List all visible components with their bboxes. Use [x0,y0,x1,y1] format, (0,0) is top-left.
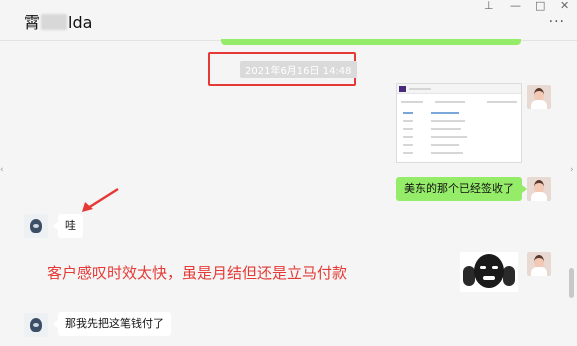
annotation-caption: 客户感叹时效太快，虽是月结但还是立马付款 [47,264,348,282]
avatar-figure-detail [33,224,39,228]
sticker-mouth [483,276,495,280]
arrow-shaft [87,187,119,210]
thumbnail-line [403,120,413,122]
thumbnail-line [431,120,465,122]
thumbnail-line [403,128,413,130]
my-avatar[interactable] [527,85,551,109]
thumbnail-line [403,144,413,146]
thumbnail-line [431,112,459,114]
thumbnail-line [487,101,517,103]
chat-title-end: lda [68,13,93,32]
avatar-figure-detail [33,323,39,327]
image-message-thumbnail[interactable] [396,83,522,163]
thumbnail-line [431,152,463,154]
thumbnail-line [403,152,413,154]
minimize-button[interactable]: — [510,0,521,12]
collapse-left-icon[interactable]: ‹ [0,165,4,175]
contact-avatar[interactable] [24,214,48,238]
maximize-button[interactable]: □ [535,0,545,12]
close-button[interactable]: ✕ [560,0,569,12]
contact-message-bubble[interactable]: 那我先把这笔钱付了 [53,312,171,336]
collapse-right-icon[interactable]: › [570,165,574,175]
message-timestamp: 2021年6月16日 14:48 [240,61,357,78]
previous-message-bubble[interactable] [221,39,521,45]
sticker-eye [492,266,498,269]
sticker-arm [503,266,515,286]
my-avatar[interactable] [527,177,551,201]
avatar-body [531,100,547,109]
my-avatar[interactable] [527,252,551,276]
contact-avatar[interactable] [24,313,48,337]
thumbnail-line [431,128,461,130]
sticker-face [474,254,504,288]
avatar-body [531,192,547,201]
thumbnail-line [431,144,459,146]
chat-header: 霄 lda ⊥ — □ ✕ ··· [0,0,577,41]
my-message-bubble[interactable]: 美东的那个已经签收了 [396,177,527,201]
thumbnail-line [409,88,431,90]
thumbnail-line [401,101,423,103]
chat-scrollbar[interactable] [569,268,574,298]
thumbnail-logo [399,86,406,92]
sticker-eye [480,266,486,269]
chat-title: 霄 lda [24,9,92,33]
red-arrow-icon [82,187,119,212]
pin-icon[interactable]: ⊥ [484,0,494,12]
avatar-body [531,267,547,276]
thumbnail-line [403,136,413,138]
more-icon[interactable]: ··· [549,14,565,30]
chat-title-start: 霄 [24,13,41,32]
redacted-name-blur [41,14,68,30]
thumbnail-line [403,112,413,114]
sticker-message[interactable] [460,252,518,292]
contact-message-bubble[interactable]: 哇 [53,214,83,238]
thumbnail-line [431,136,467,138]
thumbnail-line [435,101,465,103]
